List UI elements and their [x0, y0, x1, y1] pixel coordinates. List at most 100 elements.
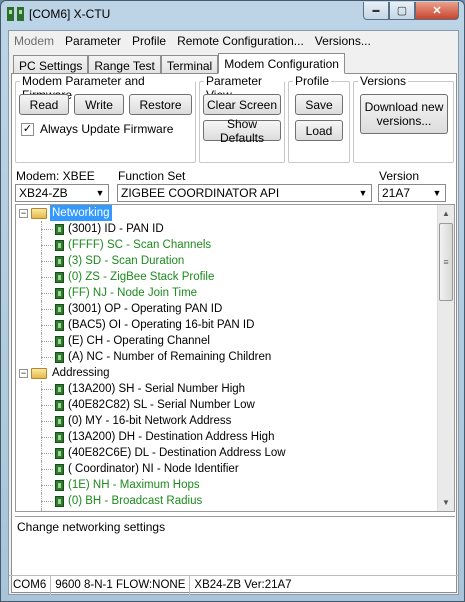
window-title: [COM6] X-CTU — [29, 7, 111, 21]
tree-param-row[interactable]: (E) CH - Operating Channel — [16, 333, 436, 349]
menu-profile[interactable]: Profile — [127, 31, 172, 51]
tree-group-row[interactable]: − Networking — [16, 205, 436, 221]
minimize-icon: ▬ — [372, 7, 380, 14]
parameter-icon — [55, 464, 64, 475]
tree-param-row[interactable]: (0) MY - 16-bit Network Address — [16, 413, 436, 429]
download-new-versions-button[interactable]: Download new versions... — [360, 94, 448, 134]
tree-param-row[interactable]: (1E) NH - Maximum Hops — [16, 477, 436, 493]
tree-param-label: (3001) ID - PAN ID — [68, 223, 164, 235]
version-label: Version — [379, 169, 420, 183]
menu-modem[interactable]: Modem — [9, 31, 60, 51]
save-profile-button[interactable]: Save — [295, 94, 343, 115]
scroll-up-icon[interactable]: ▲ — [438, 205, 454, 222]
menu-versions[interactable]: Versions... — [310, 31, 377, 51]
tree-param-label: (13A200) SH - Serial Number High — [68, 383, 246, 395]
modem-label: Modem: XBEE — [16, 169, 95, 183]
function-set-select-value: ZIGBEE COORDINATOR API — [121, 186, 280, 200]
tree-param-row[interactable]: (3001) OP - Operating PAN ID — [16, 301, 436, 317]
maximize-button[interactable]: ▢ — [389, 2, 415, 20]
tree-param-row[interactable]: (13A200) DH - Destination Address High — [16, 429, 436, 445]
tree-connector — [41, 509, 42, 511]
write-button[interactable]: Write — [74, 94, 124, 115]
tree-param-row[interactable]: (3001) ID - PAN ID — [16, 221, 436, 237]
tree-param-row[interactable]: (FFFF) SC - Scan Channels — [16, 237, 436, 253]
tree-param-row[interactable]: (A) NC - Number of Remaining Children — [16, 349, 436, 365]
tree-connector — [41, 453, 53, 454]
chevron-down-icon: ▼ — [432, 188, 442, 198]
scroll-down-icon[interactable]: ▼ — [438, 494, 454, 511]
tree-param-row[interactable]: (3) SD - Scan Duration — [16, 253, 436, 269]
parameter-tree[interactable]: − Networking (3001) ID - PAN ID (FFFF) SC -… — [15, 204, 455, 512]
modem-select-value: XB24-ZB — [19, 186, 68, 200]
tree-connector — [41, 437, 53, 438]
tree-connector — [41, 485, 53, 486]
versions-group: Versions Download new versions... — [353, 74, 454, 163]
tree-param-label: (13A200) DH - Destination Address High — [68, 431, 275, 443]
tree-param-row[interactable]: ( Coordinator) NI - Node Identifier — [16, 461, 436, 477]
parameter-icon — [55, 288, 64, 299]
tree-param-label: (0) MY - 16-bit Network Address — [68, 415, 232, 427]
tree-vertical-scrollbar[interactable]: ▲ ≡ ▼ — [437, 205, 454, 511]
tab-modem-configuration[interactable]: Modem Configuration — [218, 53, 345, 74]
parameter-icon — [55, 384, 64, 395]
parameter-icon — [55, 304, 64, 315]
tree-connector — [41, 389, 53, 390]
read-button[interactable]: Read — [19, 94, 69, 115]
function-set-select[interactable]: ZIGBEE COORDINATOR API ▼ — [117, 184, 372, 202]
collapse-icon[interactable]: − — [19, 369, 28, 378]
chevron-down-icon: ▼ — [95, 188, 105, 198]
title-bar[interactable]: [COM6] X-CTU ▬ ▢ ✕ — [1, 1, 464, 29]
status-bar: COM6 9600 8-N-1 FLOW:NONE XB24-ZB Ver:21… — [9, 575, 458, 595]
tree-param-label: (FF) NJ - Node Join Time — [68, 287, 198, 299]
parameter-tree-rows: − Networking (3001) ID - PAN ID (FFFF) SC -… — [16, 205, 436, 511]
collapse-icon[interactable]: − — [19, 209, 28, 218]
parameter-icon — [55, 480, 64, 491]
tree-param-label: (3) SD - Scan Duration — [68, 255, 185, 267]
function-set-label: Function Set — [118, 169, 186, 183]
tree-param-row[interactable]: (13A200) SH - Serial Number High — [16, 381, 436, 397]
tree-param-label: (FFFF) SC - Scan Channels — [68, 239, 212, 251]
tree-group-label: Addressing — [52, 367, 110, 379]
tree-param-label: (1E) NH - Maximum Hops — [68, 479, 200, 491]
tab-pc-settings[interactable]: PC Settings — [13, 55, 89, 74]
tree-connector — [41, 405, 53, 406]
tab-range-test[interactable]: Range Test — [88, 55, 161, 74]
tree-connector — [41, 261, 53, 262]
clear-screen-button[interactable]: Clear Screen — [203, 94, 281, 115]
parameter-icon — [55, 336, 64, 347]
tree-param-label: (FF) AR - Many-to-One Route Broadcast Ti… — [68, 509, 303, 511]
scroll-thumb[interactable]: ≡ — [439, 223, 453, 301]
app-icon — [7, 7, 24, 21]
minimize-button[interactable]: ▬ — [363, 2, 389, 20]
tree-connector — [41, 469, 53, 470]
modem-select[interactable]: XB24-ZB ▼ — [15, 184, 109, 202]
show-defaults-button[interactable]: Show Defaults — [203, 117, 281, 145]
close-button[interactable]: ✕ — [415, 2, 459, 20]
tree-param-row[interactable]: (FF) NJ - Node Join Time — [16, 285, 436, 301]
restore-button[interactable]: Restore — [129, 94, 192, 115]
tree-param-row[interactable]: (BAC5) OI - Operating 16-bit PAN ID — [16, 317, 436, 333]
tab-terminal[interactable]: Terminal — [160, 55, 219, 74]
parameter-icon — [55, 352, 64, 363]
tab-strip: PC Settings Range Test Terminal Modem Co… — [13, 53, 345, 74]
parameter-icon — [55, 400, 64, 411]
menu-remote-configuration[interactable]: Remote Configuration... — [172, 31, 310, 51]
menu-parameter[interactable]: Parameter — [60, 31, 127, 51]
folder-icon — [31, 368, 47, 379]
version-select[interactable]: 21A7 ▼ — [378, 184, 446, 202]
tree-param-row[interactable]: (40E82C82) SL - Serial Number Low — [16, 397, 436, 413]
tree-param-row[interactable]: (40E82C6E) DL - Destination Address Low — [16, 445, 436, 461]
tree-param-row[interactable]: (0) ZS - ZigBee Stack Profile — [16, 269, 436, 285]
tree-connector — [41, 245, 53, 246]
always-update-firmware-checkbox[interactable]: ✓ — [21, 122, 34, 136]
always-update-firmware-option[interactable]: ✓ Always Update Firmware — [21, 122, 173, 136]
tree-group-row[interactable]: − Addressing — [16, 365, 436, 381]
tree-connector — [41, 421, 53, 422]
load-profile-button[interactable]: Load — [295, 120, 343, 141]
tree-param-row[interactable]: (0) BH - Broadcast Radius — [16, 493, 436, 509]
profile-group: Profile Save Load — [288, 74, 350, 163]
always-update-firmware-label: Always Update Firmware — [40, 122, 174, 136]
tree-param-row[interactable]: (FF) AR - Many-to-One Route Broadcast Ti… — [16, 509, 436, 511]
tree-connector — [41, 309, 53, 310]
tree-param-label: ( Coordinator) NI - Node Identifier — [68, 463, 239, 475]
